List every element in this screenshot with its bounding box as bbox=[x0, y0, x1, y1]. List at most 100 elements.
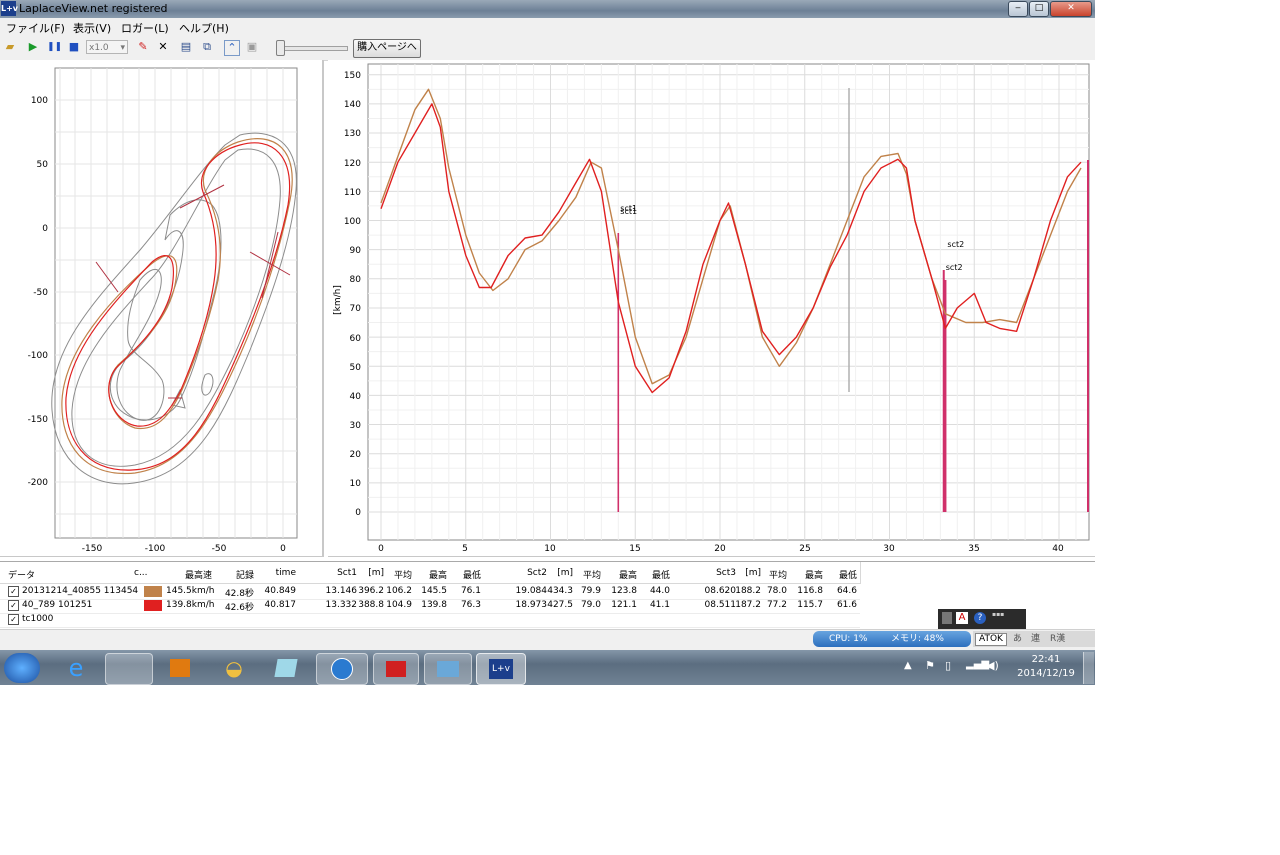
column-header[interactable]: 最低 bbox=[829, 568, 857, 581]
table-cell: 396.2 bbox=[358, 586, 384, 596]
volume-icon[interactable]: ◀) bbox=[986, 659, 999, 672]
menu-view[interactable]: 表示(V) bbox=[73, 20, 111, 36]
column-header[interactable]: 最低 bbox=[453, 568, 481, 581]
zoom-select[interactable]: x1.0 ▾ bbox=[86, 40, 128, 54]
notes-icon[interactable] bbox=[266, 653, 306, 683]
ime-mode-hiragana[interactable]: あ bbox=[1013, 631, 1022, 647]
show-hidden-icons[interactable]: ▲ bbox=[904, 660, 912, 671]
slider-thumb[interactable] bbox=[276, 40, 285, 56]
ime-name[interactable]: ATOK bbox=[975, 633, 1007, 646]
column-header[interactable]: c... bbox=[134, 568, 164, 578]
column-header[interactable]: 最高速 bbox=[166, 568, 212, 581]
menu-file[interactable]: ファイル(F) bbox=[6, 20, 65, 36]
column-header[interactable]: Sct2 bbox=[505, 568, 547, 578]
menu-help[interactable]: ヘルプ(H) bbox=[179, 20, 229, 36]
ime-mode-romaji[interactable]: R漢 bbox=[1050, 631, 1065, 647]
minimize-button[interactable]: ‒ bbox=[1008, 1, 1028, 17]
show-desktop-button[interactable] bbox=[1083, 652, 1094, 684]
table-cell: 145.5 bbox=[421, 586, 447, 596]
media-player-icon[interactable] bbox=[160, 653, 200, 683]
pause-icon[interactable]: ❚❚ bbox=[47, 40, 62, 54]
row-checkbox[interactable]: ✓ bbox=[8, 600, 19, 611]
close-button[interactable]: ✕ bbox=[1050, 1, 1092, 17]
power-icon[interactable]: ▯ bbox=[945, 659, 951, 672]
document-icon[interactable]: ▤ bbox=[179, 40, 193, 54]
column-header[interactable]: 平均 bbox=[385, 568, 412, 581]
row-name: tc1000 bbox=[22, 614, 54, 624]
app-icon: L+v bbox=[1, 1, 18, 16]
table-cell: 64.6 bbox=[836, 586, 857, 596]
ime-mode-conversion[interactable]: 連 bbox=[1031, 631, 1040, 647]
graph-icon[interactable]: ⌃ bbox=[224, 40, 240, 56]
column-header[interactable]: Sct1 bbox=[317, 568, 357, 578]
column-header[interactable]: 平均 bbox=[762, 568, 787, 581]
clock-time[interactable]: 22:41 bbox=[1020, 654, 1072, 665]
row-divider bbox=[0, 613, 860, 614]
start-button[interactable] bbox=[4, 653, 40, 683]
table-cell: 13.146 bbox=[325, 586, 358, 596]
series-color-swatch[interactable] bbox=[144, 600, 162, 611]
speed-chart[interactable]: [km/h] 150 140 130 120 110 100 90 80 70 … bbox=[328, 60, 1093, 556]
pdf-app-icon[interactable] bbox=[373, 653, 419, 685]
menu-logger[interactable]: ロガー(L) bbox=[121, 20, 169, 36]
open-folder-icon[interactable]: ▰ bbox=[3, 40, 17, 54]
column-header[interactable]: [m] bbox=[733, 568, 761, 578]
y-tick: 150 bbox=[344, 71, 361, 81]
internet-explorer-icon[interactable]: e bbox=[58, 653, 94, 683]
column-header[interactable]: データ bbox=[8, 568, 132, 581]
y-tick: 60 bbox=[350, 334, 362, 344]
table-cell: 42.8秒 bbox=[224, 589, 254, 599]
lap-data-table: データ c... 最高速 記録 time Sct1 [m] 平均 最高 最低 Sct2 [m] 平均 最高… bbox=[0, 561, 1095, 630]
export-icon[interactable]: ⧉ bbox=[200, 40, 214, 54]
x-tick: 5 bbox=[462, 544, 468, 554]
map-y-tick: 50 bbox=[37, 160, 49, 170]
y-tick: 30 bbox=[350, 421, 362, 431]
column-header[interactable]: 最高 bbox=[419, 568, 447, 581]
image-viewer-icon[interactable] bbox=[424, 653, 472, 685]
column-header[interactable]: 最高 bbox=[795, 568, 823, 581]
maximize-button[interactable]: □ bbox=[1029, 1, 1049, 17]
column-header[interactable]: 記録 bbox=[214, 568, 254, 581]
table-cell: 61.6 bbox=[836, 600, 857, 610]
table-cell: 41.1 bbox=[649, 600, 670, 610]
table-cell: 13.332 bbox=[325, 600, 358, 610]
stop-icon[interactable]: ■ bbox=[67, 40, 81, 54]
memory-usage: メモリ: 48% bbox=[891, 634, 944, 644]
speed-chart-panel: [km/h] 150 140 130 120 110 100 90 80 70 … bbox=[328, 60, 1095, 557]
zoom-value: x1.0 bbox=[89, 43, 109, 53]
atok-logo-icon: A bbox=[956, 612, 968, 624]
column-header[interactable]: [m] bbox=[545, 568, 573, 578]
help-icon[interactable]: ? bbox=[974, 612, 986, 624]
row-checkbox[interactable]: ✓ bbox=[8, 586, 19, 597]
y-tick: 110 bbox=[344, 188, 361, 198]
table-cell: 19.084 bbox=[515, 586, 548, 596]
language-bar[interactable]: A ? ▪▪▪ bbox=[938, 609, 1026, 629]
table-cell: 79.9 bbox=[580, 586, 601, 596]
row-name: 40_789 101251 bbox=[22, 600, 93, 610]
buy-page-button[interactable]: 購入ページへ bbox=[353, 39, 421, 58]
column-header[interactable]: 最低 bbox=[642, 568, 670, 581]
laplaceview-taskbar-icon[interactable]: L+v bbox=[476, 653, 526, 685]
paint-icon[interactable]: ◒ bbox=[212, 653, 256, 683]
explorer-icon[interactable] bbox=[105, 653, 153, 685]
clock-date[interactable]: 2014/12/19 bbox=[1011, 668, 1081, 679]
series-color-swatch[interactable] bbox=[144, 586, 162, 597]
network-app-icon[interactable] bbox=[316, 653, 368, 685]
column-header[interactable]: Sct3 bbox=[694, 568, 736, 578]
column-header[interactable]: 最高 bbox=[609, 568, 637, 581]
map-x-tick: -100 bbox=[145, 544, 166, 554]
row-checkbox[interactable]: ✓ bbox=[8, 614, 19, 625]
y-tick: 120 bbox=[344, 159, 361, 169]
delete-icon[interactable]: ✕ bbox=[156, 40, 170, 54]
ime-bar[interactable]: ATOK あ 連 R漢 bbox=[973, 631, 1095, 647]
play-icon[interactable]: ▶ bbox=[26, 40, 40, 54]
column-header[interactable]: 平均 bbox=[576, 568, 601, 581]
camera-icon[interactable]: ▣ bbox=[245, 40, 259, 54]
column-header[interactable]: [m] bbox=[356, 568, 384, 578]
track-map[interactable]: 100 50 0 -50 -100 -150 -200 -150 -100 -5… bbox=[0, 60, 322, 556]
flag-icon[interactable]: ⚑ bbox=[925, 659, 935, 672]
table-cell: 388.8 bbox=[358, 600, 384, 610]
pen-icon[interactable]: ✎ bbox=[136, 40, 150, 54]
playback-slider[interactable] bbox=[282, 46, 348, 51]
column-header[interactable]: time bbox=[258, 568, 296, 578]
